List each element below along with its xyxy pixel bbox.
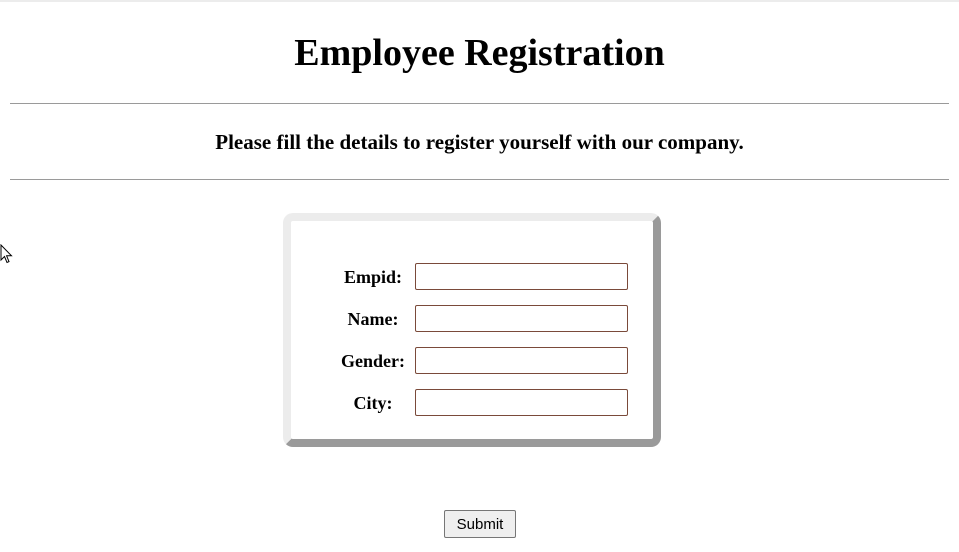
city-label: City:	[353, 393, 393, 413]
empid-input[interactable]	[415, 263, 628, 290]
form-row-empid: Empid:	[291, 263, 653, 291]
form-row-name: Name:	[291, 305, 653, 333]
empid-label: Empid:	[343, 267, 403, 287]
divider-bottom	[10, 179, 949, 180]
page-subtitle: Please fill the details to register your…	[215, 130, 744, 154]
form-row-gender: Gender:	[291, 347, 653, 375]
submit-button[interactable]: Submit	[444, 510, 516, 538]
name-input[interactable]	[415, 305, 628, 332]
form-row-city: City:	[291, 389, 653, 417]
gender-input[interactable]	[415, 347, 628, 374]
gender-label: Gender:	[341, 351, 405, 371]
page-title: Employee Registration	[294, 32, 665, 74]
name-label: Name:	[347, 309, 399, 329]
mouse-pointer-icon	[0, 243, 14, 266]
top-strip	[0, 0, 959, 2]
city-input[interactable]	[415, 389, 628, 416]
divider-top	[10, 103, 949, 104]
registration-form: Empid: Name: Gender: City:	[283, 213, 661, 447]
